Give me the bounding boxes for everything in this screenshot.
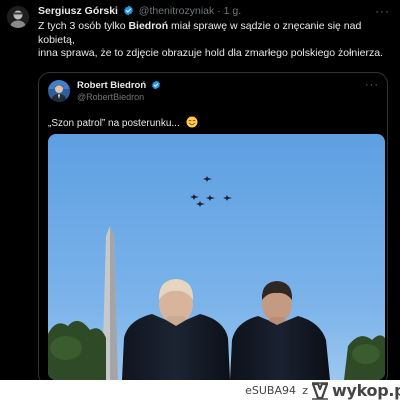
post-text: Z tych 3 osób tylko Biedroń miał sprawę … xyxy=(38,20,390,61)
post-text-line2: inna sprawa, że to zdjęcie obrazuje hold… xyxy=(38,47,383,59)
post-text-bold: Biedroń xyxy=(128,20,169,32)
wykop-logo-icon xyxy=(311,382,329,400)
post-time[interactable]: 1 g. xyxy=(224,5,242,17)
post-text-start: Z tych 3 osób tylko xyxy=(38,20,129,32)
watermark-bar: eSUBA94 z wykop.pl xyxy=(0,380,400,402)
quoted-author-name[interactable]: Robert Biedroń xyxy=(77,80,163,91)
quoted-author-name-text: Robert Biedroń xyxy=(77,80,147,91)
author-avatar[interactable] xyxy=(7,6,29,28)
more-options-icon[interactable]: ··· xyxy=(375,4,390,18)
watermark-username[interactable]: eSUBA94 xyxy=(245,384,296,397)
quoted-text-content: „Szon patrol” na posterunku... xyxy=(48,118,180,129)
smiling-face-emoji-icon xyxy=(186,116,198,128)
author-handle[interactable]: @thenitrozyniak xyxy=(139,5,214,17)
quoted-author-handle[interactable]: @RobertBiedron xyxy=(77,92,144,102)
header-separator: · xyxy=(217,5,221,17)
wykop-logo[interactable]: wykop.pl xyxy=(310,381,400,401)
quoted-author-avatar[interactable] xyxy=(48,80,70,102)
quoted-text: „Szon patrol” na posterunku... xyxy=(48,116,198,129)
author-name[interactable]: Sergiusz Górski xyxy=(38,5,118,17)
watermark-connector: z xyxy=(302,384,308,397)
quoted-more-options-icon[interactable]: ··· xyxy=(365,79,379,91)
wykop-logo-text: wykop.pl xyxy=(332,381,400,400)
quoted-verified-badge-icon xyxy=(151,80,160,90)
photo-scene xyxy=(48,134,385,380)
post-header: Sergiusz Górski @thenitrozyniak · 1 g. xyxy=(38,5,370,18)
tweet-post: Sergiusz Górski @thenitrozyniak · 1 g. ·… xyxy=(0,0,400,380)
verified-badge-icon xyxy=(124,5,133,16)
quoted-tweet-card[interactable]: Robert Biedroń @RobertBiedron ··· „Szon … xyxy=(38,72,388,380)
quoted-photo[interactable] xyxy=(48,134,385,380)
